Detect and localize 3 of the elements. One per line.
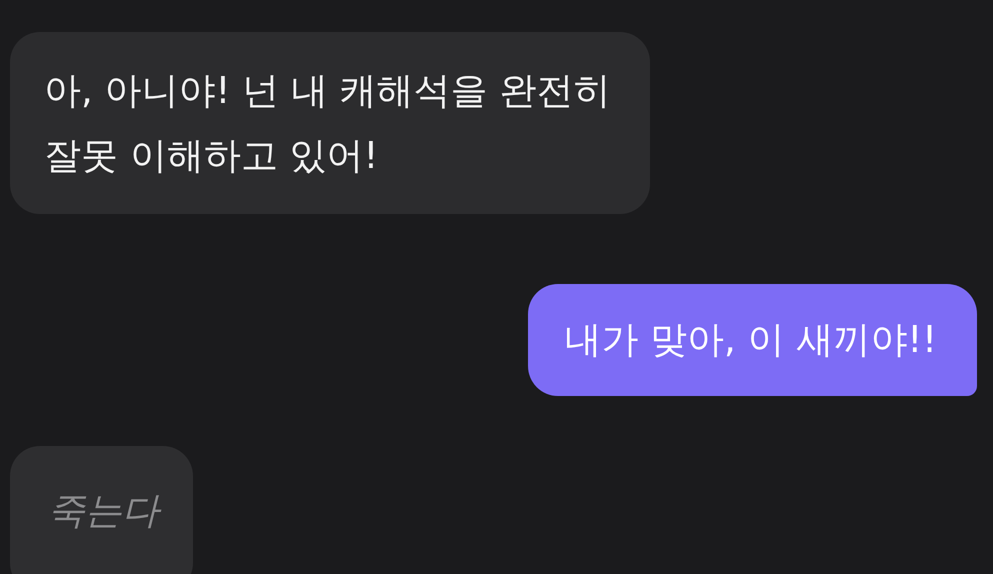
received-message-bubble: 아, 아니야! 넌 내 캐해석을 완전히 잘못 이해하고 있어!: [10, 32, 650, 214]
sent-message-bubble: 내가 맞아, 이 새끼야!!: [528, 284, 977, 396]
received-message-bubble: 죽는다: [10, 446, 193, 574]
